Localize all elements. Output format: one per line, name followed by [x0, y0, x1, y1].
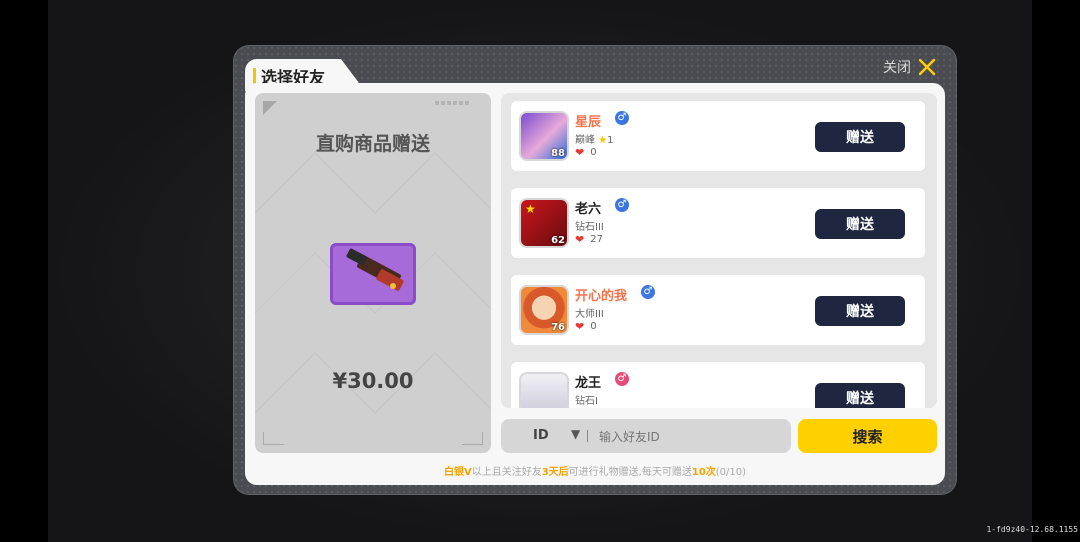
- version-label: 1-fd9z40-12.68.1155: [986, 525, 1078, 534]
- avatar[interactable]: 76: [519, 285, 569, 335]
- dialog-panel: 直购商品赠送 ¥30.00 88 星辰 ♂ 巅峰 ★1 ❤ 0 赠送 ★ 62 …: [245, 83, 945, 485]
- friend-row: 龙王 ♂ 钻石I 赠送: [511, 362, 925, 408]
- tab-accent-bar: [253, 68, 256, 84]
- male-icon: ♂: [615, 111, 629, 125]
- close-icon: [918, 58, 936, 76]
- rank-label: 钻石I: [575, 396, 598, 407]
- friend-id-input[interactable]: [597, 427, 781, 447]
- card-corner-br: [462, 432, 483, 445]
- heart-icon: ❤: [575, 320, 585, 333]
- avatar[interactable]: [519, 372, 569, 408]
- gift-button[interactable]: 赠送: [815, 209, 905, 239]
- gift-button[interactable]: 赠送: [815, 122, 905, 152]
- female-icon: ♂: [615, 372, 629, 386]
- chevron-down-icon[interactable]: ▼: [571, 427, 580, 441]
- card-corner-mark: [263, 101, 277, 115]
- avatar[interactable]: ★ 62: [519, 198, 569, 248]
- gift-rule-notice: 白银V以上且关注好友3天后可进行礼物赠送,每天可赠送10次(0/10): [443, 467, 747, 478]
- weapon-skin-icon: [330, 243, 416, 305]
- rank-label: 巅峰 ★1: [575, 135, 614, 146]
- star-icon: ★: [598, 135, 608, 146]
- friend-name: 开心的我: [575, 289, 628, 304]
- rank-label: 大师III: [575, 309, 604, 320]
- heart-count: ❤ 0: [575, 320, 597, 333]
- select-friend-dialog: 选择好友 关闭 直购商品赠送 ¥30.00 88 星辰 ♂ 巅峰 ★1 ❤ 0 …: [233, 45, 957, 495]
- heart-count: ❤ 27: [575, 233, 603, 246]
- card-corner-bl: [263, 432, 284, 445]
- close-button[interactable]: 关闭: [883, 55, 937, 79]
- card-stripes: [435, 101, 469, 105]
- close-label: 关闭: [883, 60, 911, 76]
- male-icon: ♂: [615, 198, 629, 212]
- search-type-select[interactable]: ID: [533, 428, 549, 443]
- friend-name: 星辰: [575, 115, 602, 130]
- heart-count: ❤ 0: [575, 146, 597, 159]
- product-price: ¥30.00: [332, 369, 414, 393]
- search-button[interactable]: 搜索: [798, 419, 937, 453]
- friend-row: 88 星辰 ♂ 巅峰 ★1 ❤ 0 赠送: [511, 101, 925, 171]
- letterbox-right: [1032, 0, 1080, 542]
- player-level: 62: [551, 235, 565, 246]
- rank-label: 钻石III: [575, 222, 604, 233]
- friend-list[interactable]: 88 星辰 ♂ 巅峰 ★1 ❤ 0 赠送 ★ 62 老六 ♂ 钻石III ❤ 2…: [501, 93, 937, 408]
- friend-row: 76 开心的我 ♂ 大师III ❤ 0 赠送: [511, 275, 925, 345]
- product-card: 直购商品赠送 ¥30.00: [255, 93, 491, 453]
- friend-row: ★ 62 老六 ♂ 钻石III ❤ 27 赠送: [511, 188, 925, 258]
- search-bar: ID ▼: [501, 419, 791, 453]
- friend-name: 龙王: [575, 376, 602, 391]
- product-title: 直购商品赠送: [315, 133, 430, 155]
- heart-icon: ❤: [575, 146, 585, 159]
- male-icon: ♂: [641, 285, 655, 299]
- avatar[interactable]: 88: [519, 111, 569, 161]
- player-level: 76: [551, 322, 565, 333]
- friend-name: 老六: [575, 202, 602, 217]
- gift-button[interactable]: 赠送: [815, 296, 905, 326]
- heart-icon: ❤: [575, 233, 585, 246]
- gift-button[interactable]: 赠送: [815, 383, 905, 408]
- search-divider: [587, 430, 588, 442]
- star-icon: ★: [525, 202, 536, 216]
- player-level: 88: [551, 148, 565, 159]
- letterbox-left: [0, 0, 48, 542]
